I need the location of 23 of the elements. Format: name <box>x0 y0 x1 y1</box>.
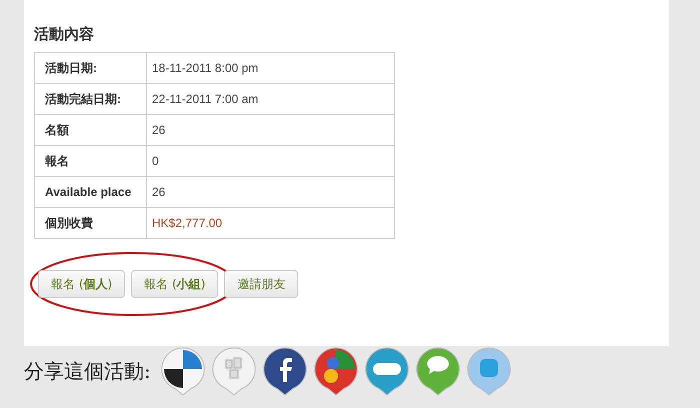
row-value: 18-11-2011 8:00 pm <box>146 52 394 84</box>
action-button[interactable]: 邀請朋友 <box>224 270 298 298</box>
letter-bubble-icon[interactable] <box>262 346 308 396</box>
row-label: 名額 <box>34 114 146 146</box>
row-value: HK$2,777.00 <box>146 208 394 238</box>
quadrant-bubble-icon[interactable] <box>160 346 206 396</box>
row-label: 活動完結日期: <box>34 84 146 114</box>
row-label: 報名 <box>34 146 146 176</box>
action-button[interactable]: 報名 (個人) <box>38 270 126 298</box>
speech-bubble-icon[interactable] <box>414 346 461 396</box>
row-value: 0 <box>146 146 394 176</box>
row-label: 活動日期: <box>34 52 146 84</box>
row-value: 22-11-2011 7:00 am <box>146 84 394 114</box>
dots-bubble-icon[interactable] <box>312 346 359 396</box>
action-button[interactable]: 報名 (小組) <box>131 270 218 298</box>
blocks-bubble-icon[interactable] <box>210 346 257 396</box>
row-label: Available place <box>34 176 146 208</box>
row-value: 26 <box>146 114 394 146</box>
row-label: 個別收費 <box>34 208 146 238</box>
section-title: 活動內容 <box>34 24 95 44</box>
pill-bubble-icon[interactable] <box>364 346 410 396</box>
row-value: 26 <box>146 176 394 208</box>
share-label: 分享這個活動: <box>24 358 151 385</box>
